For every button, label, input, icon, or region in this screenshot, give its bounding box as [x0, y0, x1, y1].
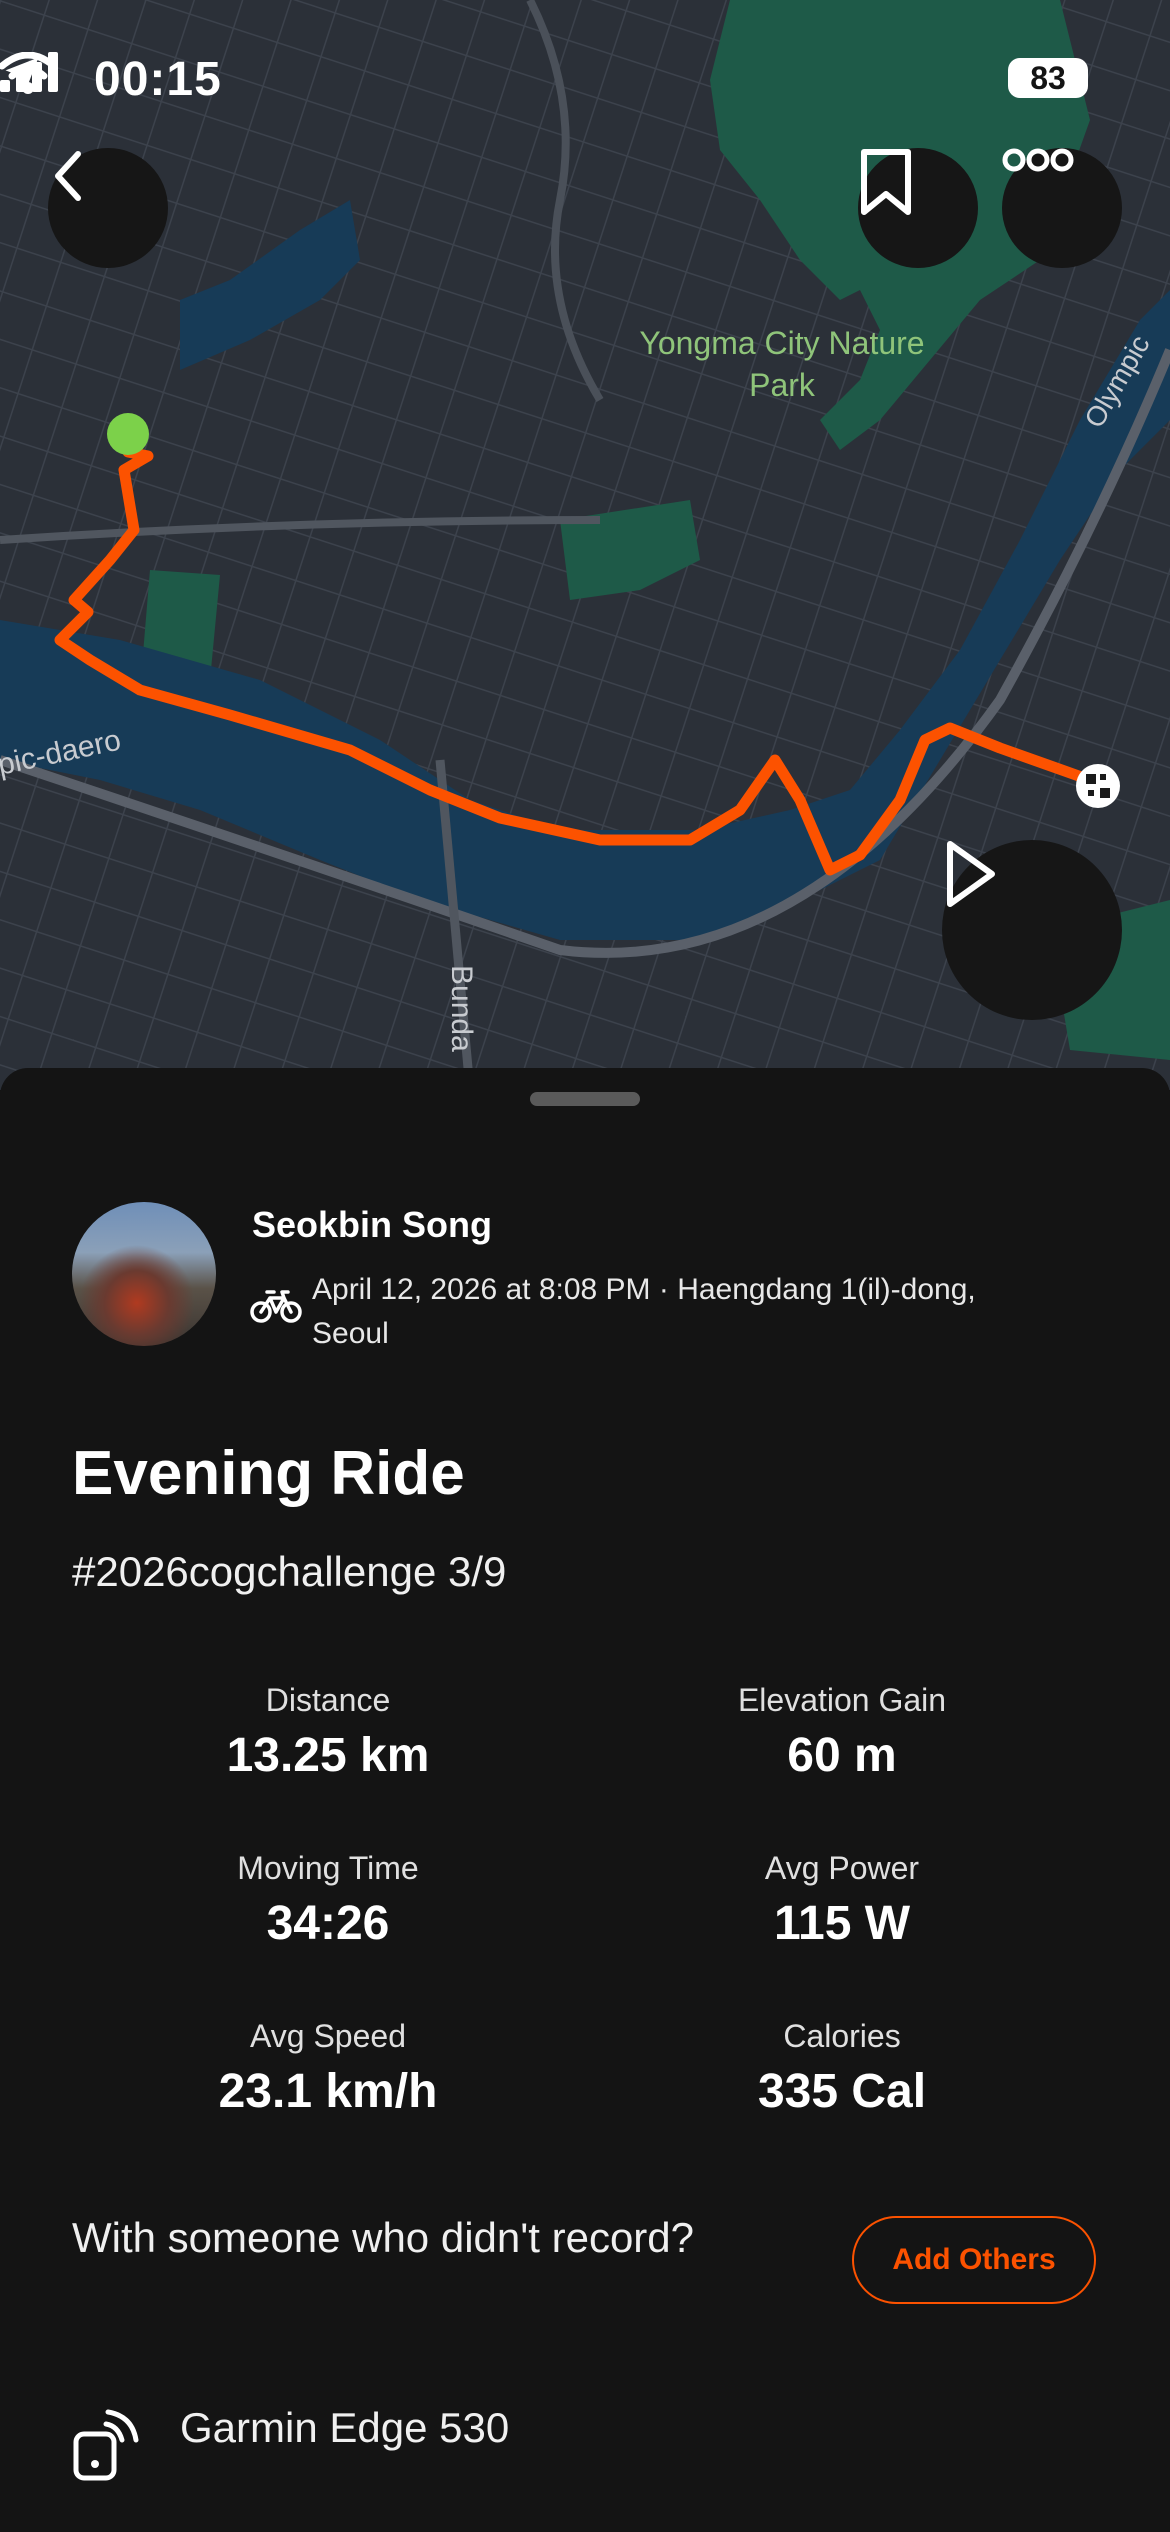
stat-avg-power: Avg Power 115 W — [582, 1844, 1102, 1951]
stat-value: 115 W — [773, 1897, 911, 1950]
stat-value: 13.25 km — [226, 1729, 430, 1782]
add-others-button[interactable]: Add Others — [852, 2216, 1096, 2304]
wifi-icon — [0, 52, 56, 94]
stat-calories: Calories 335 Cal — [582, 2012, 1102, 2119]
bookmark-icon — [861, 149, 911, 215]
stat-value: 60 m — [787, 1729, 897, 1782]
status-time: 00:15 — [94, 53, 222, 106]
play-icon — [947, 841, 995, 907]
bookmark-button[interactable] — [858, 148, 978, 268]
stat-label: Avg Speed — [250, 2018, 406, 2054]
activity-sheet: Seokbin Song April 12, 2026 at 8:08 PM ·… — [0, 1068, 1170, 2532]
park-label-line2: Park — [749, 367, 816, 403]
back-button[interactable] — [48, 148, 168, 268]
route-map[interactable]: Yongma City Nature Park pic-daero Olympi… — [0, 0, 1170, 1090]
activity-title: Evening Ride — [72, 1439, 465, 1508]
device-signal-icon — [73, 2409, 139, 2481]
bike-icon — [250, 1290, 302, 1323]
avatar[interactable] — [72, 1202, 216, 1346]
more-icon — [1002, 148, 1074, 172]
stat-value: 23.1 km/h — [218, 2065, 438, 2118]
stat-label: Distance — [265, 1682, 391, 1718]
chevron-left-icon — [55, 151, 81, 201]
stat-distance: Distance 13.25 km — [68, 1676, 588, 1783]
battery-indicator: 83 — [1008, 58, 1088, 98]
more-button[interactable] — [1002, 148, 1122, 268]
route-finish-marker — [1076, 764, 1120, 808]
sheet-drag-handle[interactable] — [530, 1092, 640, 1106]
add-others-prompt: With someone who didn't record? — [72, 2214, 695, 2261]
stat-label: Avg Power — [764, 1850, 920, 1886]
stat-value: 335 Cal — [757, 2065, 927, 2118]
route-start-marker — [107, 413, 149, 455]
park-label-line1: Yongma City Nature — [639, 325, 924, 361]
road-label-bottom: Bunda — [445, 965, 478, 1052]
stat-avg-speed: Avg Speed 23.1 km/h — [68, 2012, 588, 2119]
status-bar: 00:15 83 — [0, 52, 1170, 108]
stat-label: Moving Time — [237, 1850, 419, 1886]
stat-elevation-gain: Elevation Gain 60 m — [582, 1676, 1102, 1783]
athlete-name[interactable]: Seokbin Song — [252, 1204, 492, 1246]
stat-label: Elevation Gain — [737, 1682, 947, 1718]
stat-label: Calories — [783, 2018, 901, 2054]
stat-value: 34:26 — [266, 1897, 390, 1950]
activity-description: #2026cogchallenge 3/9 — [72, 1548, 507, 1595]
stat-moving-time: Moving Time 34:26 — [68, 1844, 588, 1951]
activity-meta: April 12, 2026 at 8:08 PM · Haengdang 1(… — [312, 1273, 976, 1350]
device-name: Garmin Edge 530 — [180, 2404, 510, 2451]
play-route-button[interactable] — [942, 840, 1122, 1020]
